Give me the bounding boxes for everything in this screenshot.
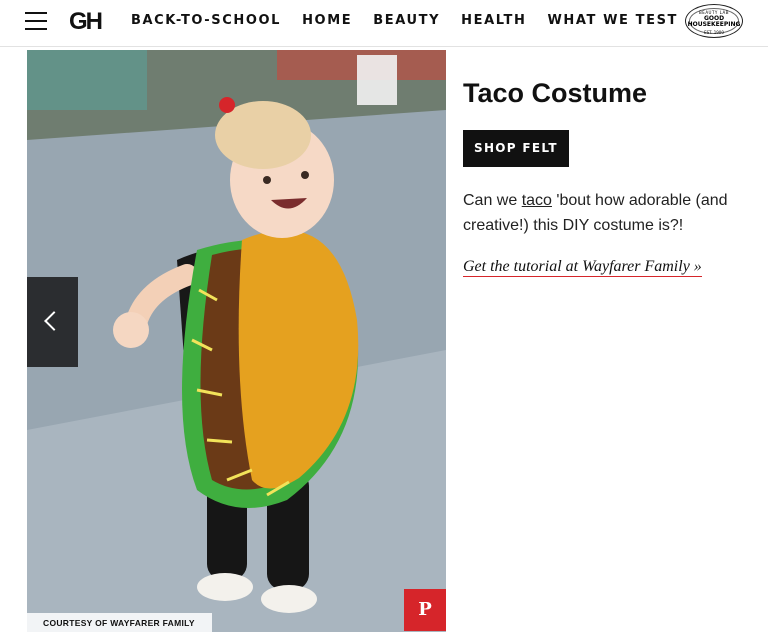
description-text-start: Can we: [463, 192, 522, 209]
nav-item-what-we-test[interactable]: WHAT WE TEST: [547, 13, 678, 28]
top-navigation-bar: GH BACK-TO-SCHOOL HOME BEAUTY HEALTH WHA…: [0, 0, 768, 47]
chevron-left-icon: [44, 311, 64, 331]
seal-name-line2: HOUSEKEEPING: [687, 21, 741, 28]
tutorial-link[interactable]: Get the tutorial at Wayfarer Family »: [463, 258, 702, 277]
pinterest-save-button[interactable]: P: [404, 589, 446, 631]
good-housekeeping-seal-logo[interactable]: BEAUTY LAB GOOD HOUSEKEEPING EST. 1900: [685, 4, 743, 38]
slide-description: Can we taco 'bout how adorable (and crea…: [463, 188, 753, 238]
site-logo[interactable]: GH: [69, 8, 103, 36]
photo-credit-text: COURTESY OF WAYFARER FAMILY: [43, 618, 195, 628]
photo-credit: COURTESY OF WAYFARER FAMILY: [27, 613, 212, 632]
nav-item-home[interactable]: HOME: [302, 13, 352, 28]
nav-item-back-to-school[interactable]: BACK-TO-SCHOOL: [131, 13, 281, 28]
previous-slide-button[interactable]: [27, 277, 78, 367]
slideshow-image: [27, 50, 446, 632]
shop-felt-button[interactable]: SHOP FELT: [463, 130, 569, 167]
menu-icon[interactable]: [25, 11, 47, 31]
pinterest-icon: P: [418, 599, 432, 620]
taco-link[interactable]: taco: [522, 192, 552, 209]
main-nav: BACK-TO-SCHOOL HOME BEAUTY HEALTH WHAT W…: [131, 13, 699, 28]
seal-bottom-text: EST. 1900: [704, 30, 724, 35]
nav-item-health[interactable]: HEALTH: [461, 13, 526, 28]
taco-costume-photo: [27, 50, 446, 632]
seal-name: GOOD HOUSEKEEPING: [686, 16, 742, 28]
slide-title: Taco Costume: [463, 78, 648, 108]
nav-item-beauty[interactable]: BEAUTY: [373, 13, 440, 28]
